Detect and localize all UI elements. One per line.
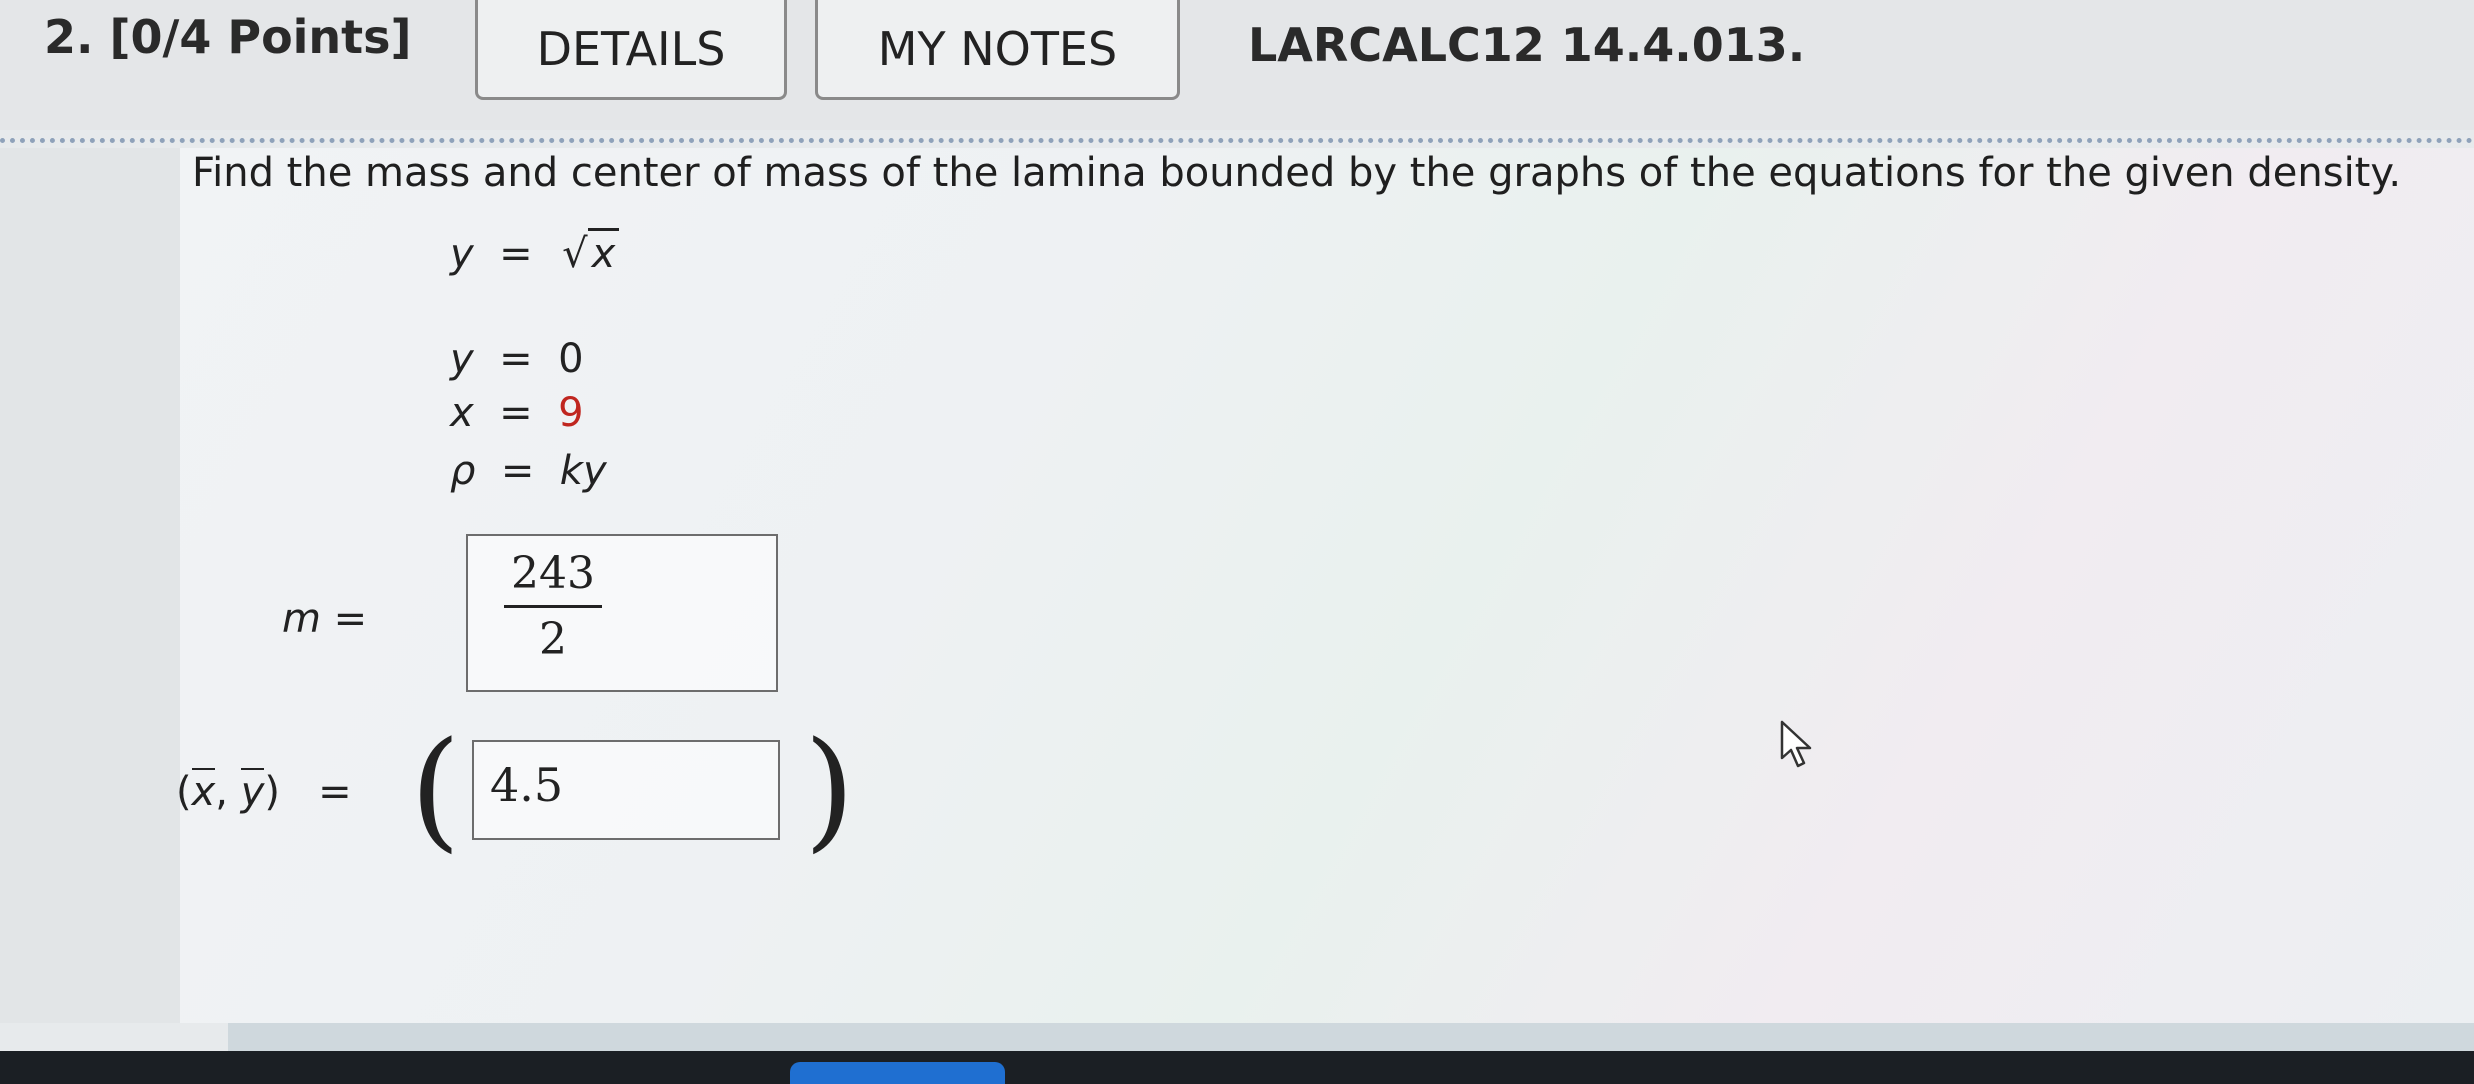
- equals-sign: =: [318, 769, 352, 815]
- question-code: LARCALC12 14.4.013.: [1248, 18, 1806, 72]
- divider: [0, 138, 2474, 143]
- equation-op: =: [500, 448, 535, 494]
- mass-numerator: 243: [511, 548, 595, 599]
- equation-lhs: y: [450, 336, 474, 382]
- label-comma: ,: [215, 769, 241, 815]
- equation-1: y = √ x: [450, 228, 620, 277]
- equation-op: =: [499, 336, 533, 382]
- bottom-bar: [0, 1051, 2474, 1084]
- center-of-mass-label: (x, y) =: [176, 768, 352, 815]
- y-bar: y: [240, 768, 265, 815]
- equation-op: =: [499, 390, 533, 436]
- left-gutter: [0, 148, 182, 1023]
- scrollbar-track[interactable]: [228, 1023, 2474, 1051]
- equation-lhs: y: [450, 231, 474, 277]
- label-close-paren: ): [264, 769, 280, 815]
- question-number: 2. [0/4 Points]: [44, 10, 412, 64]
- equation-rhs: ky: [559, 448, 607, 494]
- submit-button-edge[interactable]: [790, 1062, 1005, 1084]
- equation-lhs: x: [450, 390, 474, 436]
- mass-label: m =: [282, 596, 367, 642]
- details-button[interactable]: DETAILS: [475, 0, 787, 100]
- mouse-pointer-icon: [1778, 720, 1818, 772]
- equation-rhs: x: [587, 228, 620, 277]
- equation-2: y = 0: [450, 336, 584, 382]
- equation-op: =: [499, 231, 533, 277]
- sqrt-symbol: √ x: [558, 228, 620, 277]
- center-x-value: 4.5: [490, 758, 564, 812]
- mass-label-text: m =: [282, 596, 368, 642]
- equation-4: ρ = ky: [450, 448, 607, 494]
- equation-rhs: 0: [558, 336, 584, 382]
- equation-3: x = 9: [450, 390, 584, 436]
- equation-lhs: ρ: [450, 448, 476, 494]
- mass-fraction: 243 2: [500, 548, 606, 665]
- question-prompt: Find the mass and center of mass of the …: [192, 150, 2402, 196]
- x-bar: x: [191, 768, 216, 815]
- my-notes-button[interactable]: MY NOTES: [815, 0, 1180, 100]
- close-paren: ): [804, 713, 855, 865]
- equation-rhs-randomized: 9: [558, 390, 584, 436]
- open-paren: (: [410, 713, 461, 865]
- label-open-paren: (: [176, 769, 192, 815]
- mass-denominator: 2: [539, 614, 567, 665]
